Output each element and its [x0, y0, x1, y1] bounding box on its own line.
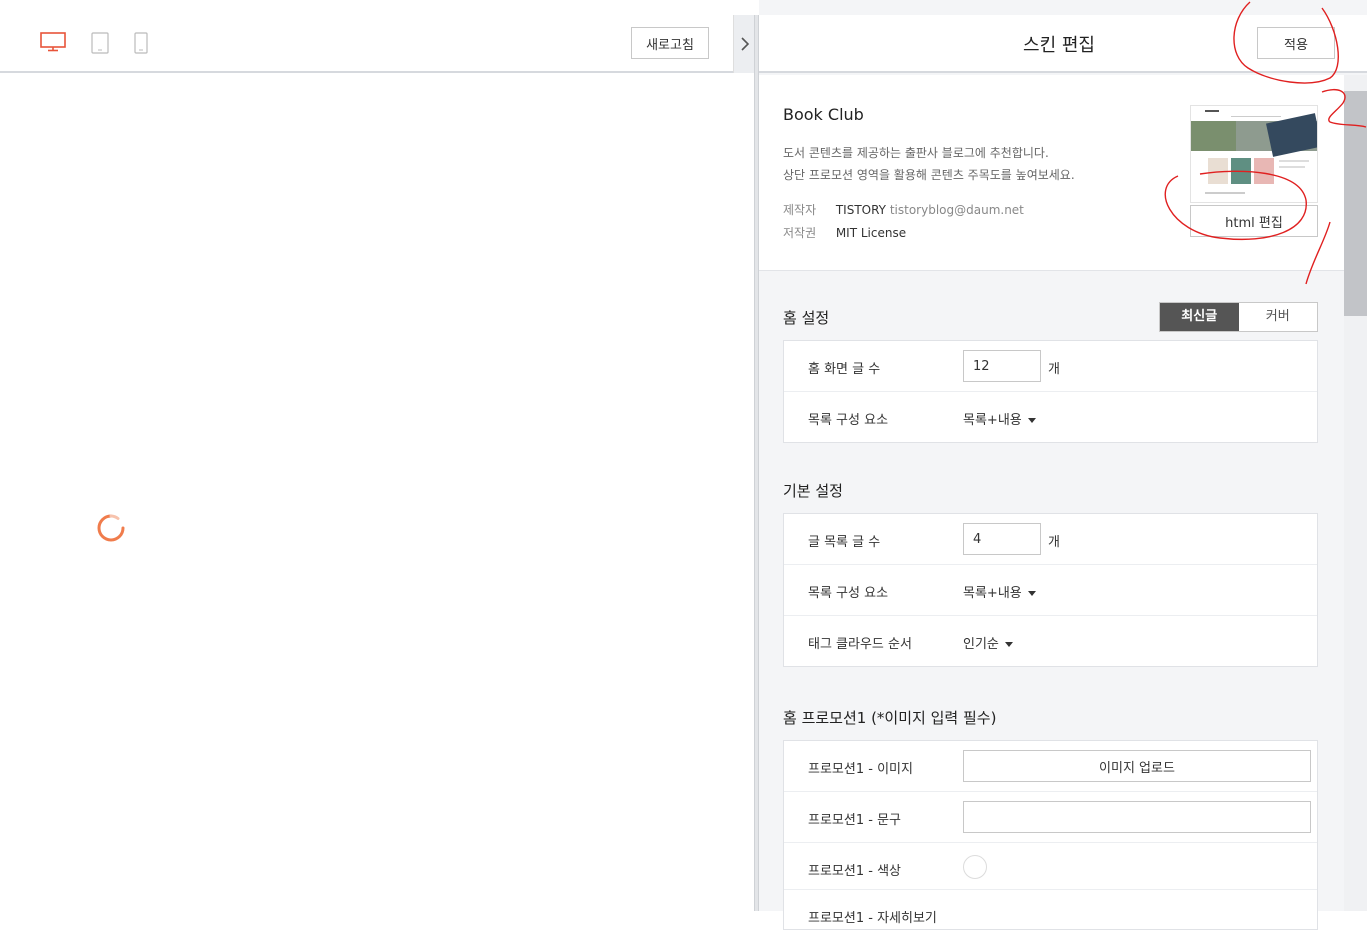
preview-pane: 새로고침 [0, 0, 755, 911]
caret-down-icon [1027, 418, 1036, 423]
setting-label: 프로모션1 - 색상 [808, 864, 901, 879]
setting-row: 프로모션1 - 이미지 이미지 업로드 [784, 741, 1317, 792]
image-upload-button[interactable]: 이미지 업로드 [963, 750, 1311, 782]
toggle-cover[interactable]: 커버 [1238, 303, 1317, 331]
setting-row: 태그 클라우드 순서 인기순 [784, 616, 1317, 667]
refresh-button[interactable]: 새로고침 [631, 27, 709, 59]
setting-label: 목록 구성 요소 [808, 586, 889, 601]
skin-info-panel: Book Club 도서 콘텐츠를 제공하는 출판사 블로그에 추천합니다. 상… [759, 75, 1344, 271]
setting-label: 글 목록 글 수 [808, 535, 881, 550]
section-title-home: 홈 설정 [783, 309, 830, 327]
setting-row: 프로모션1 - 색상 [784, 843, 1317, 890]
author-row: 제작자 TISTORY tistoryblog@daum.net [783, 201, 1024, 218]
desktop-icon[interactable] [40, 32, 66, 56]
scrollbar[interactable] [1344, 75, 1367, 911]
list-components-dropdown[interactable]: 목록+내용 [963, 409, 1036, 428]
tag-cloud-order-dropdown[interactable]: 인기순 [963, 633, 1013, 652]
html-edit-button[interactable]: html 편집 [1190, 205, 1318, 237]
preview-toolbar: 새로고침 [0, 15, 755, 73]
caret-down-icon [1004, 642, 1013, 647]
dropdown-value: 목록+내용 [963, 413, 1022, 428]
skin-description-line: 상단 프로모션 영역을 활용해 콘텐츠 주목도를 높여보세요. [783, 168, 1075, 182]
setting-row: 목록 구성 요소 목록+내용 [784, 392, 1317, 443]
home-mode-toggle: 최신글 커버 [1159, 302, 1318, 332]
list-components-dropdown[interactable]: 목록+내용 [963, 582, 1036, 601]
setting-label: 태그 클라우드 순서 [808, 637, 912, 652]
skin-description-line: 도서 콘텐츠를 제공하는 출판사 블로그에 추천합니다. [783, 146, 1049, 160]
setting-row: 홈 화면 글 수 개 [784, 341, 1317, 392]
home-settings-card: 홈 화면 글 수 개 목록 구성 요소 목록+내용 [783, 340, 1318, 443]
loading-spinner-icon [96, 513, 126, 547]
color-picker-swatch[interactable] [963, 855, 987, 879]
setting-row: 글 목록 글 수 개 [784, 514, 1317, 565]
section-title-basic: 기본 설정 [783, 482, 843, 500]
setting-label: 프로모션1 - 문구 [808, 813, 901, 828]
setting-row: 프로모션1 - 자세히보기 [784, 890, 1317, 941]
setting-label: 목록 구성 요소 [808, 413, 889, 428]
dropdown-value: 인기순 [963, 637, 999, 652]
basic-settings-card: 글 목록 글 수 개 목록 구성 요소 목록+내용 태그 클라우드 순서 인기순 [783, 513, 1318, 667]
caret-down-icon [1027, 591, 1036, 596]
skin-editor-pane: 스킨 편집 적용 Book Club 도서 콘텐츠를 제공하는 출판사 블로그에… [759, 0, 1367, 930]
home-post-count-input[interactable] [963, 350, 1041, 382]
toggle-latest-posts[interactable]: 최신글 [1160, 303, 1239, 331]
author-key: 제작자 [783, 203, 817, 217]
unit-label: 개 [1048, 362, 1060, 377]
collapse-panel-toggle[interactable] [733, 15, 755, 73]
skin-description: 도서 콘텐츠를 제공하는 출판사 블로그에 추천합니다. 상단 프로모션 영역을… [783, 142, 1075, 186]
dropdown-value: 목록+내용 [963, 586, 1022, 601]
section-title-promotion1: 홈 프로모션1 (*이미지 입력 필수) [783, 709, 997, 727]
promotion1-card: 프로모션1 - 이미지 이미지 업로드 프로모션1 - 문구 프로모션1 - 색… [783, 740, 1318, 930]
license-key: 저작권 [783, 226, 817, 240]
setting-row: 프로모션1 - 문구 [784, 792, 1317, 843]
mobile-icon[interactable] [134, 32, 148, 58]
chevron-right-icon [741, 37, 750, 51]
skin-name: Book Club [783, 105, 864, 124]
editor-header: 스킨 편집 적용 [759, 15, 1367, 73]
list-post-count-input[interactable] [963, 523, 1041, 555]
author-name: TISTORY [835, 203, 886, 217]
setting-label: 프로모션1 - 자세히보기 [808, 911, 937, 926]
skin-thumbnail [1190, 105, 1318, 203]
author-email: tistoryblog@daum.net [889, 203, 1024, 217]
apply-button[interactable]: 적용 [1257, 27, 1335, 59]
scrollbar-thumb[interactable] [1344, 91, 1367, 316]
setting-label: 프로모션1 - 이미지 [808, 762, 913, 777]
license-row: 저작권 MIT License [783, 224, 906, 241]
license-value: MIT License [835, 226, 907, 240]
unit-label: 개 [1048, 535, 1060, 550]
tablet-icon[interactable] [91, 32, 109, 58]
promotion-text-input[interactable] [963, 801, 1311, 833]
setting-label: 홈 화면 글 수 [808, 362, 881, 377]
setting-row: 목록 구성 요소 목록+내용 [784, 565, 1317, 616]
